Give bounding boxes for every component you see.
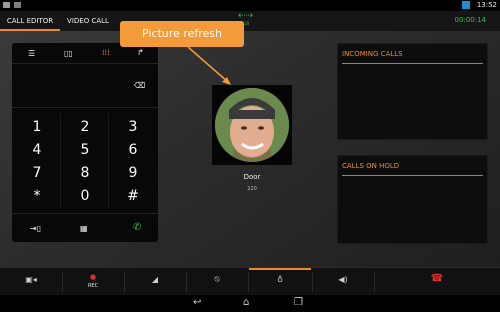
- call-action-bar: ▣◂ ● REC ◢ ⍉ ♁ ◀) ☎: [0, 267, 500, 296]
- tab-call-editor[interactable]: CALL EDITOR: [0, 11, 60, 31]
- screen-share-icon: [462, 1, 470, 9]
- incoming-calls-panel: INCOMING CALLS: [337, 43, 488, 140]
- key-2[interactable]: 2: [61, 116, 109, 138]
- volume-level-icon: ◢: [151, 275, 159, 284]
- call-transfer-icon[interactable]: ↱: [137, 48, 144, 57]
- keypad-grid-line: [60, 113, 61, 208]
- video-button[interactable]: ▣◂: [0, 268, 62, 296]
- keyboard-icon[interactable]: ▦: [80, 224, 88, 233]
- contact-picture-frame[interactable]: [212, 85, 292, 165]
- key-7[interactable]: 7: [13, 162, 61, 184]
- calls-on-hold-title: CALLS ON HOLD: [342, 162, 400, 170]
- backspace-icon[interactable]: ⌫: [134, 81, 145, 90]
- top-bar: CALL EDITOR VIDEO CALL ⇠⇢ 220 00:00:14: [0, 11, 500, 32]
- record-button[interactable]: ● REC: [62, 268, 124, 296]
- tab-video-call[interactable]: VIDEO CALL: [62, 11, 114, 31]
- key-star[interactable]: *: [13, 185, 61, 207]
- hangup-button[interactable]: ☎: [406, 268, 468, 296]
- keypad-divider: [12, 213, 158, 214]
- mute-button[interactable]: ⍉: [186, 268, 248, 296]
- calls-on-hold-panel: CALLS ON HOLD: [337, 155, 488, 244]
- contact-avatar: [215, 88, 289, 162]
- key-6[interactable]: 6: [109, 139, 157, 161]
- picture-refresh-tooltip: Picture refresh: [120, 21, 244, 47]
- action-separator: [374, 272, 375, 292]
- record-label: REC: [87, 283, 99, 289]
- panel-divider: [342, 63, 483, 64]
- volume-level-button[interactable]: ◢: [124, 268, 186, 296]
- recent-apps-icon[interactable]: ❐: [294, 297, 303, 309]
- list-icon[interactable]: ☰: [28, 49, 35, 58]
- main-area: ☰ ▯▯ ⁞⁞⁞ ↱ ⌫ 1 2 3 4 5 6 7 8 9 * 0 # ⇥▯ …: [0, 31, 500, 267]
- keypad-divider: [12, 63, 158, 64]
- status-clock: 13:52: [476, 1, 497, 9]
- keypad-divider: [12, 107, 158, 108]
- headset-icon: ♁: [277, 275, 283, 284]
- hangup-icon: ☎: [430, 273, 444, 284]
- mute-mic-icon: ⍉: [214, 275, 220, 284]
- contact-name: Door: [243, 173, 261, 181]
- key-9[interactable]: 9: [109, 162, 157, 184]
- speaker-button[interactable]: ◀): [312, 268, 374, 296]
- status-bar: 13:52: [0, 0, 500, 11]
- back-icon[interactable]: ↩: [193, 297, 201, 309]
- contact-number: 220: [247, 186, 257, 192]
- notification-icon: [3, 2, 10, 8]
- transfer-arrow-icon[interactable]: ⇥▯: [30, 224, 41, 233]
- face-illustration: [215, 88, 289, 162]
- keypad-grid-line: [108, 113, 109, 208]
- key-0[interactable]: 0: [61, 185, 109, 207]
- headset-button[interactable]: ♁: [249, 268, 311, 298]
- call-timer: 00:00:14: [454, 16, 486, 24]
- key-5[interactable]: 5: [61, 139, 109, 161]
- system-nav-bar: ↩ ⌂ ❐: [0, 295, 500, 312]
- speaker-icon: ◀): [338, 275, 348, 284]
- key-4[interactable]: 4: [13, 139, 61, 161]
- dialpad-icon[interactable]: ⁞⁞⁞: [102, 48, 110, 57]
- record-icon: ●: [89, 273, 97, 281]
- key-3[interactable]: 3: [109, 116, 157, 138]
- add-call-icon[interactable]: ✆: [133, 222, 141, 233]
- book-icon[interactable]: ▯▯: [64, 49, 73, 58]
- image-notification-icon: [14, 2, 21, 8]
- home-icon[interactable]: ⌂: [243, 297, 249, 309]
- key-hash[interactable]: #: [109, 185, 157, 207]
- key-1[interactable]: 1: [13, 116, 61, 138]
- key-8[interactable]: 8: [61, 162, 109, 184]
- incoming-calls-title: INCOMING CALLS: [342, 50, 403, 58]
- panel-divider: [342, 175, 483, 176]
- dialer-panel: ☰ ▯▯ ⁞⁞⁞ ↱ ⌫ 1 2 3 4 5 6 7 8 9 * 0 # ⇥▯ …: [12, 43, 158, 242]
- video-camera-icon: ▣◂: [25, 275, 37, 284]
